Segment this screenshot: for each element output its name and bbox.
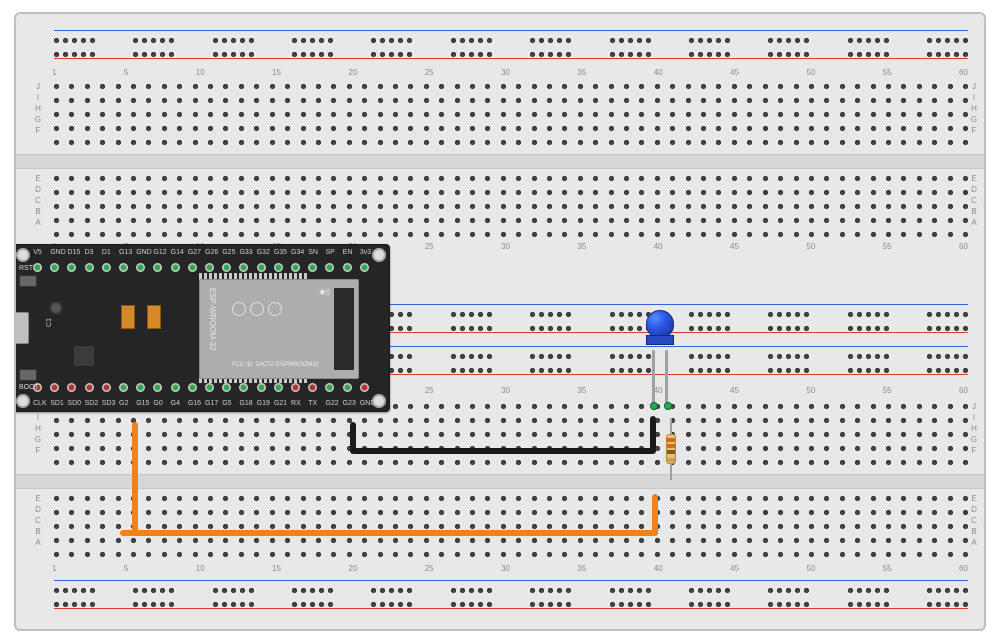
micro-usb-port: [14, 312, 29, 344]
wifi-icon: ◉)): [319, 288, 330, 296]
column-numbers-lower-bottom: 151015202530354045505560: [52, 564, 968, 573]
led-anode-pad: [664, 402, 672, 410]
resistor-band-1: [667, 438, 675, 442]
rst-button: [19, 275, 37, 287]
tie-points-upper: [16, 80, 984, 150]
esp-wroom-32-shield: ESP-WROOM-32 FCC ID: 2AC7Z-ESPWROOM32 ◉)…: [199, 279, 359, 379]
esp32-devkit-board: V5GNDD15D3D1G13GNDG12G14G27G26G25G33G32G…: [14, 244, 390, 412]
wire-orange-segment-1: [132, 422, 138, 534]
wire-black-segment-2: [350, 448, 654, 454]
boot-button-label: BOOT: [19, 384, 39, 391]
tie-points-lower2: [16, 492, 984, 562]
led-cathode-pad: [650, 402, 658, 410]
resistor: [666, 418, 676, 480]
power-rail-bottom-neg: [16, 584, 984, 598]
power-rail-top-pos: [16, 48, 984, 62]
led-blue: [646, 310, 674, 354]
resistor-band-2: [667, 444, 675, 448]
c1-label: C1: [46, 318, 53, 327]
rail-line-blue-top: [54, 30, 968, 31]
shield-label: ESP-WROOM-32: [208, 288, 217, 351]
center-trench-lower: [16, 474, 984, 489]
fcc-id-label: FCC ID: 2AC7Z-ESPWROOM32: [232, 362, 319, 368]
tantalum-cap-1: [121, 305, 135, 329]
led-anode-leg: [665, 350, 668, 404]
power-rail-top-neg: [16, 34, 984, 48]
led-cathode-leg: [652, 350, 655, 404]
breadboard: 151015202530354045505560 JIHGF JIHGF EDC…: [14, 12, 986, 631]
center-trench-upper: [16, 154, 984, 169]
wire-black-segment-3: [650, 416, 656, 454]
rail-line-blue-bottom: [54, 580, 968, 581]
boot-button: [19, 369, 37, 381]
rst-button-label: RST: [19, 265, 33, 272]
wire-orange-segment-2: [120, 530, 656, 536]
certification-icons: [232, 302, 282, 316]
power-rail-bottom-pos: [16, 598, 984, 612]
wire-orange-segment-3: [652, 494, 658, 536]
led-bulb: [646, 310, 674, 338]
capacitor-c1: [49, 301, 63, 315]
usb-uart-chip: [73, 345, 95, 367]
tantalum-cap-2: [147, 305, 161, 329]
resistor-band-4: [667, 458, 675, 462]
tie-points-upper2: [16, 172, 984, 242]
resistor-band-3: [667, 450, 675, 454]
column-numbers-top: 151015202530354045505560: [52, 68, 968, 77]
